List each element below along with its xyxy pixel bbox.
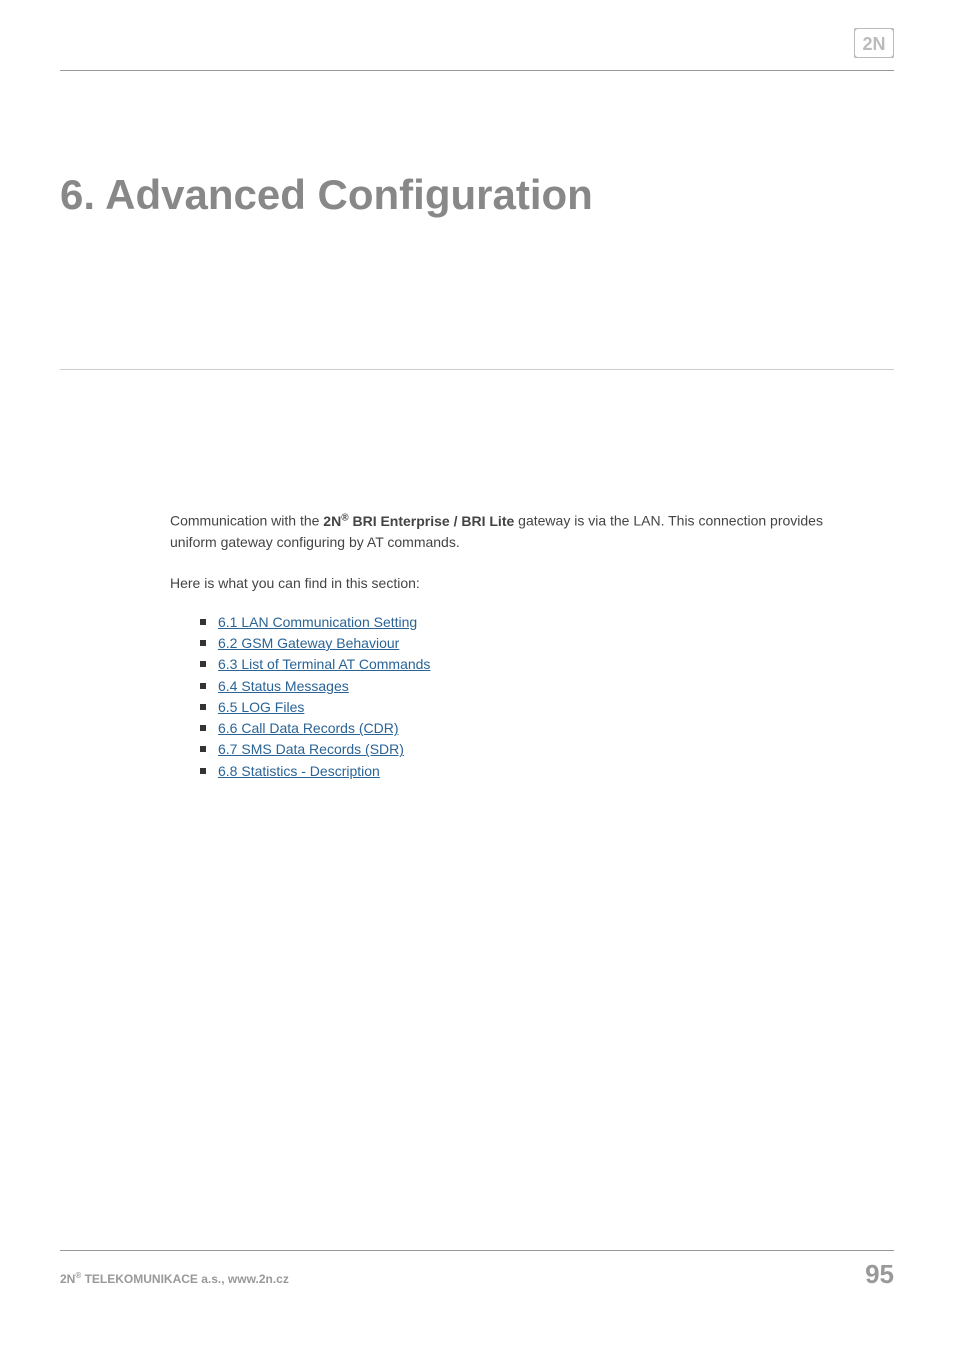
page-number: 95 bbox=[865, 1259, 894, 1290]
brand-prefix: 2N bbox=[323, 513, 341, 529]
intro-paragraph: Communication with the 2N® BRI Enterpris… bbox=[170, 510, 844, 553]
body-content: Communication with the 2N® BRI Enterpris… bbox=[170, 510, 844, 781]
page-title: 6. Advanced Configuration bbox=[60, 171, 894, 349]
link-log-files[interactable]: 6.5 LOG Files bbox=[218, 699, 304, 715]
intro-prefix: Communication with the bbox=[170, 513, 323, 529]
list-item: 6.3 List of Terminal AT Commands bbox=[200, 654, 844, 674]
brand-logo: 2N bbox=[854, 28, 894, 58]
list-item: 6.2 GSM Gateway Behaviour bbox=[200, 633, 844, 653]
list-item: 6.8 Statistics - Description bbox=[200, 761, 844, 781]
page-footer: 2N® TELEKOMUNIKACE a.s., www.2n.cz 95 bbox=[60, 1250, 894, 1290]
brand-suffix: BRI Enterprise / BRI Lite bbox=[349, 513, 515, 529]
footer-company: 2N® TELEKOMUNIKACE a.s., www.2n.cz bbox=[60, 1271, 289, 1286]
list-item: 6.1 LAN Communication Setting bbox=[200, 612, 844, 632]
section-prompt: Here is what you can find in this sectio… bbox=[170, 573, 844, 594]
link-terminal-at-commands[interactable]: 6.3 List of Terminal AT Commands bbox=[218, 656, 430, 672]
link-gsm-gateway[interactable]: 6.2 GSM Gateway Behaviour bbox=[218, 635, 399, 651]
list-item: 6.5 LOG Files bbox=[200, 697, 844, 717]
svg-text:2N: 2N bbox=[862, 34, 885, 54]
list-item: 6.6 Call Data Records (CDR) bbox=[200, 718, 844, 738]
link-sms-data-records[interactable]: 6.7 SMS Data Records (SDR) bbox=[218, 741, 404, 757]
section-links-list: 6.1 LAN Communication Setting 6.2 GSM Ga… bbox=[200, 612, 844, 781]
header-divider bbox=[60, 70, 894, 71]
footer-brand-prefix: 2N bbox=[60, 1272, 75, 1286]
link-lan-communication[interactable]: 6.1 LAN Communication Setting bbox=[218, 614, 417, 630]
footer-brand-suffix: TELEKOMUNIKACE a.s., www.2n.cz bbox=[81, 1272, 289, 1286]
heading-section: 6. Advanced Configuration bbox=[60, 171, 894, 370]
brand-sup: ® bbox=[341, 512, 348, 523]
list-item: 6.4 Status Messages bbox=[200, 676, 844, 696]
list-item: 6.7 SMS Data Records (SDR) bbox=[200, 739, 844, 759]
brand-name: 2N® BRI Enterprise / BRI Lite bbox=[323, 513, 514, 529]
link-status-messages[interactable]: 6.4 Status Messages bbox=[218, 678, 349, 694]
link-call-data-records[interactable]: 6.6 Call Data Records (CDR) bbox=[218, 720, 399, 736]
link-statistics-description[interactable]: 6.8 Statistics - Description bbox=[218, 763, 380, 779]
